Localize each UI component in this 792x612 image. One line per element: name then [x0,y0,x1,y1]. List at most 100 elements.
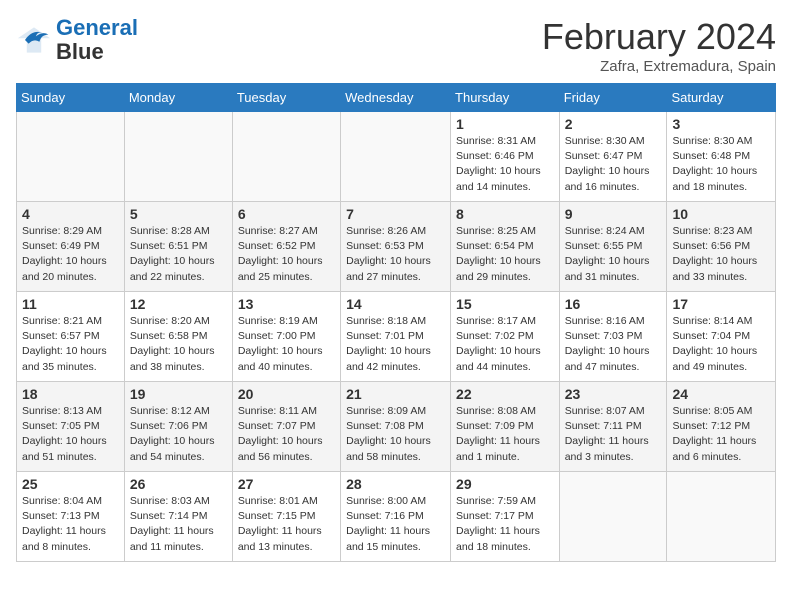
calendar-cell: 27 Sunrise: 8:01 AMSunset: 7:15 PMDayligh… [232,472,340,562]
day-number: 27 [238,476,335,492]
calendar-cell: 4 Sunrise: 8:29 AMSunset: 6:49 PMDaylight… [17,202,125,292]
calendar-cell: 19 Sunrise: 8:12 AMSunset: 7:06 PMDayligh… [124,382,232,472]
day-number: 29 [456,476,554,492]
calendar-table: SundayMondayTuesdayWednesdayThursdayFrid… [16,83,776,562]
logo-text: GeneralBlue [56,16,138,64]
day-info: Sunrise: 8:31 AMSunset: 6:46 PMDaylight:… [456,134,554,195]
day-number: 21 [346,386,445,402]
day-number: 9 [565,206,662,222]
calendar-cell [559,472,667,562]
calendar-cell: 21 Sunrise: 8:09 AMSunset: 7:08 PMDayligh… [341,382,451,472]
page-header: GeneralBlue February 2024 Zafra, Extrema… [16,16,776,75]
calendar-cell: 26 Sunrise: 8:03 AMSunset: 7:14 PMDayligh… [124,472,232,562]
day-number: 8 [456,206,554,222]
weekday-header-friday: Friday [559,84,667,112]
calendar-cell: 14Sunrise: 8:18 AMSunset: 7:01 PMDayligh… [341,292,451,382]
day-number: 3 [672,116,770,132]
day-info: Sunrise: 8:05 AMSunset: 7:12 PMDaylight:… [672,404,770,465]
day-info: Sunrise: 8:07 AMSunset: 7:11 PMDaylight:… [565,404,662,465]
day-info: Sunrise: 8:25 AMSunset: 6:54 PMDaylight:… [456,224,554,285]
day-info: Sunrise: 8:21 AMSunset: 6:57 PMDaylight:… [22,314,119,375]
day-info: Sunrise: 8:14 AMSunset: 7:04 PMDaylight:… [672,314,770,375]
calendar-cell: 15 Sunrise: 8:17 AMSunset: 7:02 PMDayligh… [451,292,560,382]
calendar-cell [17,112,125,202]
calendar-cell: 24 Sunrise: 8:05 AMSunset: 7:12 PMDayligh… [667,382,776,472]
calendar-cell: 22Sunrise: 8:08 AMSunset: 7:09 PMDayligh… [451,382,560,472]
day-number: 12 [130,296,227,312]
calendar-cell: 3 Sunrise: 8:30 AMSunset: 6:48 PMDaylight… [667,112,776,202]
day-number: 10 [672,206,770,222]
calendar-cell: 11 Sunrise: 8:21 AMSunset: 6:57 PMDayligh… [17,292,125,382]
calendar-cell: 25 Sunrise: 8:04 AMSunset: 7:13 PMDayligh… [17,472,125,562]
calendar-cell [232,112,340,202]
calendar-cell [124,112,232,202]
calendar-cell: 8 Sunrise: 8:25 AMSunset: 6:54 PMDaylight… [451,202,560,292]
calendar-cell: 18Sunrise: 8:13 AMSunset: 7:05 PMDayligh… [17,382,125,472]
day-info: Sunrise: 8:16 AMSunset: 7:03 PMDaylight:… [565,314,662,375]
calendar-cell: 9 Sunrise: 8:24 AMSunset: 6:55 PMDaylight… [559,202,667,292]
day-info: Sunrise: 8:19 AMSunset: 7:00 PMDaylight:… [238,314,335,375]
day-info: Sunrise: 8:12 AMSunset: 7:06 PMDaylight:… [130,404,227,465]
day-number: 28 [346,476,445,492]
day-number: 14 [346,296,445,312]
day-number: 2 [565,116,662,132]
day-number: 26 [130,476,227,492]
day-number: 25 [22,476,119,492]
day-info: Sunrise: 8:17 AMSunset: 7:02 PMDaylight:… [456,314,554,375]
day-info: Sunrise: 8:30 AMSunset: 6:47 PMDaylight:… [565,134,662,195]
day-info: Sunrise: 8:01 AMSunset: 7:15 PMDaylight:… [238,494,335,555]
day-info: Sunrise: 7:59 AMSunset: 7:17 PMDaylight:… [456,494,554,555]
calendar-cell: 5Sunrise: 8:28 AMSunset: 6:51 PMDaylight… [124,202,232,292]
day-number: 11 [22,296,119,312]
day-number: 6 [238,206,335,222]
calendar-cell [667,472,776,562]
day-info: Sunrise: 8:03 AMSunset: 7:14 PMDaylight:… [130,494,227,555]
calendar-subtitle: Zafra, Extremadura, Spain [542,58,776,75]
weekday-header-thursday: Thursday [451,84,560,112]
calendar-cell: 13Sunrise: 8:19 AMSunset: 7:00 PMDayligh… [232,292,340,382]
calendar-cell: 1 Sunrise: 8:31 AMSunset: 6:46 PMDaylight… [451,112,560,202]
day-info: Sunrise: 8:08 AMSunset: 7:09 PMDaylight:… [456,404,554,465]
day-number: 16 [565,296,662,312]
day-info: Sunrise: 8:27 AMSunset: 6:52 PMDaylight:… [238,224,335,285]
day-info: Sunrise: 8:30 AMSunset: 6:48 PMDaylight:… [672,134,770,195]
calendar-cell [341,112,451,202]
day-number: 17 [672,296,770,312]
weekday-header-saturday: Saturday [667,84,776,112]
calendar-cell: 12 Sunrise: 8:20 AMSunset: 6:58 PMDayligh… [124,292,232,382]
calendar-cell: 7 Sunrise: 8:26 AMSunset: 6:53 PMDaylight… [341,202,451,292]
logo-bird-icon [16,22,52,58]
day-number: 1 [456,116,554,132]
weekday-header-monday: Monday [124,84,232,112]
day-number: 19 [130,386,227,402]
day-number: 15 [456,296,554,312]
calendar-cell: 16 Sunrise: 8:16 AMSunset: 7:03 PMDayligh… [559,292,667,382]
day-info: Sunrise: 8:26 AMSunset: 6:53 PMDaylight:… [346,224,445,285]
day-number: 4 [22,206,119,222]
calendar-cell: 6 Sunrise: 8:27 AMSunset: 6:52 PMDaylight… [232,202,340,292]
day-info: Sunrise: 8:23 AMSunset: 6:56 PMDaylight:… [672,224,770,285]
day-info: Sunrise: 8:13 AMSunset: 7:05 PMDaylight:… [22,404,119,465]
logo: GeneralBlue [16,16,138,64]
calendar-title: February 2024 [542,16,776,58]
title-block: February 2024 Zafra, Extremadura, Spain [542,16,776,75]
calendar-cell: 29 Sunrise: 7:59 AMSunset: 7:17 PMDayligh… [451,472,560,562]
calendar-cell: 28Sunrise: 8:00 AMSunset: 7:16 PMDayligh… [341,472,451,562]
calendar-cell: 2 Sunrise: 8:30 AMSunset: 6:47 PMDaylight… [559,112,667,202]
day-number: 20 [238,386,335,402]
day-number: 7 [346,206,445,222]
weekday-header-wednesday: Wednesday [341,84,451,112]
day-info: Sunrise: 8:29 AMSunset: 6:49 PMDaylight:… [22,224,119,285]
day-info: Sunrise: 8:20 AMSunset: 6:58 PMDaylight:… [130,314,227,375]
calendar-cell: 20 Sunrise: 8:11 AMSunset: 7:07 PMDayligh… [232,382,340,472]
calendar-cell: 17 Sunrise: 8:14 AMSunset: 7:04 PMDayligh… [667,292,776,382]
day-info: Sunrise: 8:09 AMSunset: 7:08 PMDaylight:… [346,404,445,465]
weekday-header-tuesday: Tuesday [232,84,340,112]
day-info: Sunrise: 8:04 AMSunset: 7:13 PMDaylight:… [22,494,119,555]
day-number: 24 [672,386,770,402]
day-number: 5 [130,206,227,222]
day-info: Sunrise: 8:11 AMSunset: 7:07 PMDaylight:… [238,404,335,465]
day-number: 23 [565,386,662,402]
calendar-cell: 23 Sunrise: 8:07 AMSunset: 7:11 PMDayligh… [559,382,667,472]
day-info: Sunrise: 8:24 AMSunset: 6:55 PMDaylight:… [565,224,662,285]
